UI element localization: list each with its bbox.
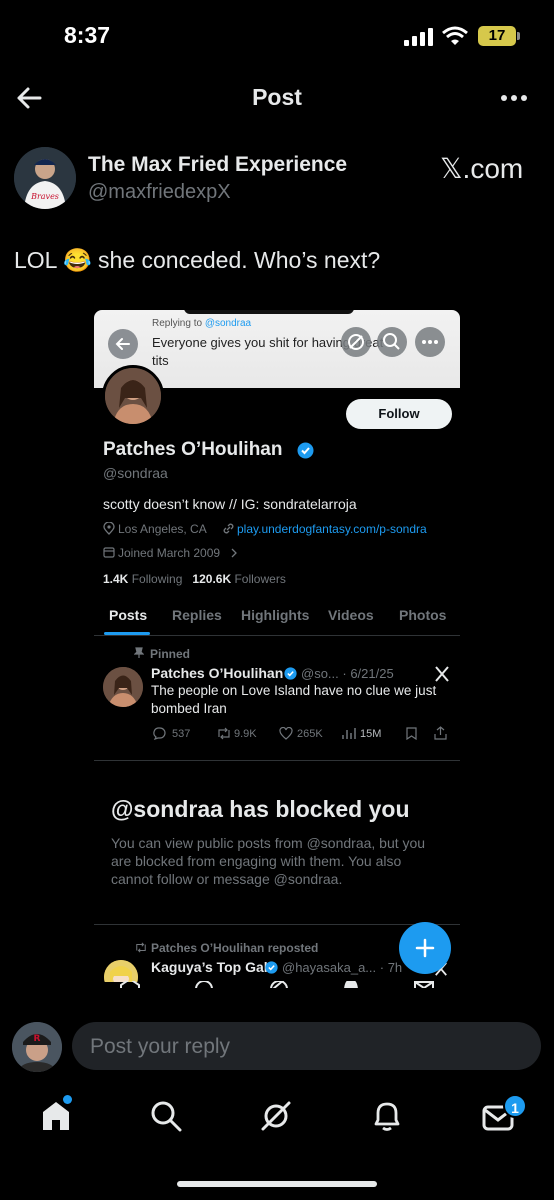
battery-indicator: 17 <box>478 26 520 46</box>
author-avatar[interactable]: Braves <box>14 147 76 209</box>
source-label: 𝕏.com <box>440 153 524 184</box>
cellular-signal-icon <box>404 28 433 46</box>
post-text: LOL 😂 she conceded. Who’s next? <box>14 247 381 273</box>
tab-videos: Videos <box>328 607 374 623</box>
profile-name: Patches O’Houlihan <box>103 439 283 460</box>
repost-author-name: Kaguya’s Top Gal <box>151 959 268 975</box>
reply-text-line-2: tits <box>152 353 169 368</box>
blocked-title: @sondraa has blocked you <box>111 796 410 822</box>
profile-link: play.underdogfantasy.com/p-sondra <box>237 522 427 536</box>
profile-handle: @sondraa <box>103 465 168 481</box>
grok-button <box>341 327 371 357</box>
repost-handle-time: @hayasaka_a... · 7h <box>282 960 403 975</box>
reply-input[interactable]: Post your reply <box>72 1022 541 1070</box>
svg-text:Braves: Braves <box>30 192 59 201</box>
pinned-text-line-1: The people on Love Island have no clue w… <box>151 683 437 698</box>
notifications-icon[interactable] <box>372 1100 402 1132</box>
pinned-text-line-2: bombed Iran <box>151 701 227 716</box>
link-icon <box>223 523 234 534</box>
more-options-icon <box>422 340 438 344</box>
svg-text:R: R <box>34 1034 41 1044</box>
share-icon <box>434 726 447 740</box>
tab-posts: Posts <box>109 607 148 623</box>
user-avatar[interactable]: R <box>12 1022 62 1072</box>
tab-photos: Photos <box>399 607 447 623</box>
reply-icon <box>153 727 166 740</box>
home-icon[interactable] <box>40 1100 72 1132</box>
repost-count: 9.9K <box>234 728 257 740</box>
more-options-icon[interactable] <box>500 94 528 102</box>
pinned-label: Pinned <box>150 647 191 661</box>
repost-icon <box>136 942 146 953</box>
messages-badge: 1 <box>503 1094 527 1118</box>
like-count: 265K <box>297 728 323 740</box>
profile-avatar <box>102 365 164 427</box>
plus-icon <box>415 938 435 958</box>
following-count: 1.4K <box>103 572 129 586</box>
embedded-screenshot[interactable]: Replying to @sondraa Everyone gives you … <box>94 310 460 988</box>
more-button <box>415 327 445 357</box>
verified-badge-icon <box>284 667 297 680</box>
embedded-bottom-nav <box>94 981 460 988</box>
calendar-icon <box>103 547 115 558</box>
pinned-avatar <box>103 667 143 707</box>
profile-joined: Joined March 2009 <box>118 546 221 560</box>
verified-badge-icon <box>297 442 314 459</box>
author-name[interactable]: The Max Fried Experience <box>88 153 347 177</box>
tab-replies: Replies <box>172 607 222 623</box>
grok-icon <box>348 334 364 350</box>
messages-icon <box>414 981 434 988</box>
page-title: Post <box>252 84 302 110</box>
tab-highlights: Highlights <box>241 607 310 623</box>
back-arrow-icon <box>115 338 130 350</box>
status-time: 8:37 <box>64 22 111 48</box>
dynamic-island <box>184 310 354 314</box>
search-icon <box>195 981 213 988</box>
bookmark-icon <box>406 727 417 740</box>
blocked-text-line-1: You can view public posts from @sondraa,… <box>111 835 426 851</box>
home-indicator[interactable] <box>177 1181 377 1187</box>
reply-placeholder: Post your reply <box>90 1035 231 1058</box>
following-label: Following <box>131 572 183 586</box>
verified-badge-icon <box>265 961 278 974</box>
home-new-dot <box>63 1095 72 1104</box>
reply-count: 537 <box>172 728 191 740</box>
blocked-text-line-2: are blocked from engaging with them. You… <box>111 853 402 869</box>
grok-icon[interactable] <box>260 1100 292 1132</box>
views-icon <box>342 728 356 739</box>
blocked-text-line-3: cannot follow or message @sondraa. <box>111 871 343 887</box>
home-icon <box>120 981 140 988</box>
search-button <box>377 327 407 357</box>
embedded-back-button <box>108 329 138 359</box>
chevron-right-icon <box>231 548 237 558</box>
views-count: 15M <box>360 728 382 740</box>
repost-icon <box>218 727 230 740</box>
search-icon <box>383 333 400 350</box>
x-logo-icon <box>435 666 449 682</box>
grok-icon <box>270 981 288 988</box>
tabs-divider <box>94 635 460 636</box>
location-icon <box>103 522 115 535</box>
search-icon[interactable] <box>150 1100 182 1132</box>
profile-bio: scotty doesn’t know // IG: sondratelarro… <box>103 496 357 512</box>
profile-location: Los Angeles, CA <box>118 522 207 536</box>
wifi-icon <box>442 26 468 45</box>
notifications-icon <box>344 981 358 988</box>
reply-prefix: Replying to <box>152 318 203 329</box>
reply-to-handle: @sondraa <box>204 318 252 329</box>
pin-icon <box>134 647 144 658</box>
compose-fab <box>399 922 451 974</box>
like-icon <box>279 727 293 740</box>
author-handle[interactable]: @maxfriedexpX <box>88 181 231 204</box>
followers-label: Followers <box>234 572 286 586</box>
repost-label: Patches O’Houlihan reposted <box>151 941 319 955</box>
followers-count: 120.6K <box>192 572 232 586</box>
post-divider <box>94 760 460 761</box>
status-bar: 8:37 17 <box>0 0 554 70</box>
pinned-author-name: Patches O’Houlihan <box>151 665 284 681</box>
pinned-handle-date: @so... · 6/21/25 <box>301 666 394 681</box>
follow-button: Follow <box>346 399 452 429</box>
